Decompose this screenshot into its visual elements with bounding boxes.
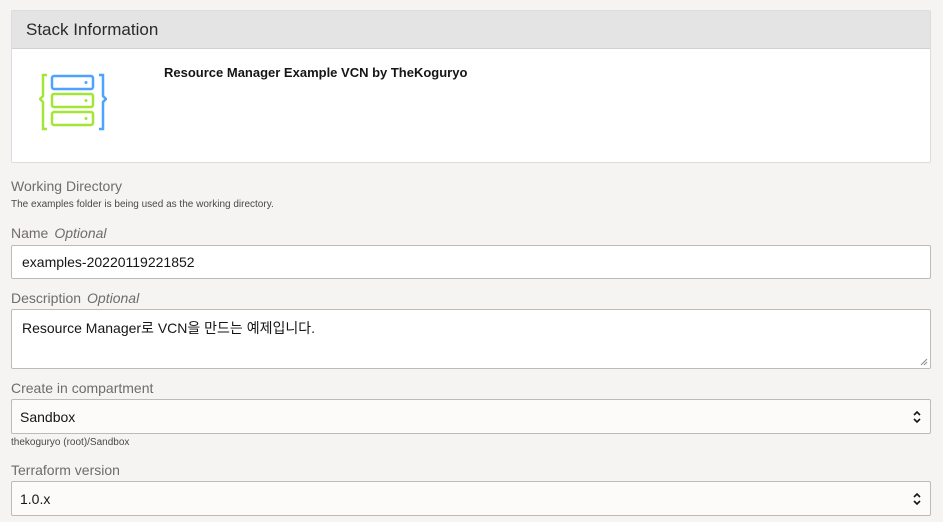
description-value: Resource Manager로 VCN을 만드는 예제입니다. [22, 320, 315, 336]
chevron-up-down-icon [913, 410, 921, 424]
stack-name: Resource Manager Example VCN by TheKogur… [164, 65, 468, 80]
resize-handle-icon[interactable] [920, 358, 928, 366]
server-stack-icon [39, 73, 107, 131]
working-directory-label: Working Directory [11, 178, 122, 194]
description-label-text: Description [11, 290, 82, 306]
panel-header: Stack Information [12, 11, 930, 49]
name-optional-tag: Optional [54, 225, 107, 241]
terraform-version-value: 1.0.x [20, 490, 51, 507]
description-optional-tag: Optional [87, 290, 140, 306]
compartment-path: thekoguryo (root)/Sandbox [11, 437, 130, 448]
name-input-value: examples-20220119221852 [22, 254, 195, 270]
terraform-version-label: Terraform version [11, 462, 120, 478]
working-directory-hint: The examples folder is being used as the… [11, 199, 274, 210]
panel-body: Resource Manager Example VCN by TheKogur… [12, 49, 930, 163]
compartment-select[interactable]: Sandbox [11, 399, 931, 434]
name-label: Name Optional [11, 225, 107, 241]
panel-title: Stack Information [26, 19, 159, 39]
name-label-text: Name [11, 225, 49, 241]
compartment-label: Create in compartment [11, 380, 154, 396]
compartment-value: Sandbox [20, 408, 76, 425]
description-label: Description Optional [11, 290, 139, 306]
terraform-version-select[interactable]: 1.0.x [11, 481, 931, 516]
stack-information-panel: Stack Information Resource Manager Examp… [11, 10, 931, 163]
chevron-up-down-icon [913, 492, 921, 506]
description-textarea[interactable]: Resource Manager로 VCN을 만드는 예제입니다. [11, 309, 931, 369]
name-input[interactable]: examples-20220119221852 [11, 245, 931, 279]
